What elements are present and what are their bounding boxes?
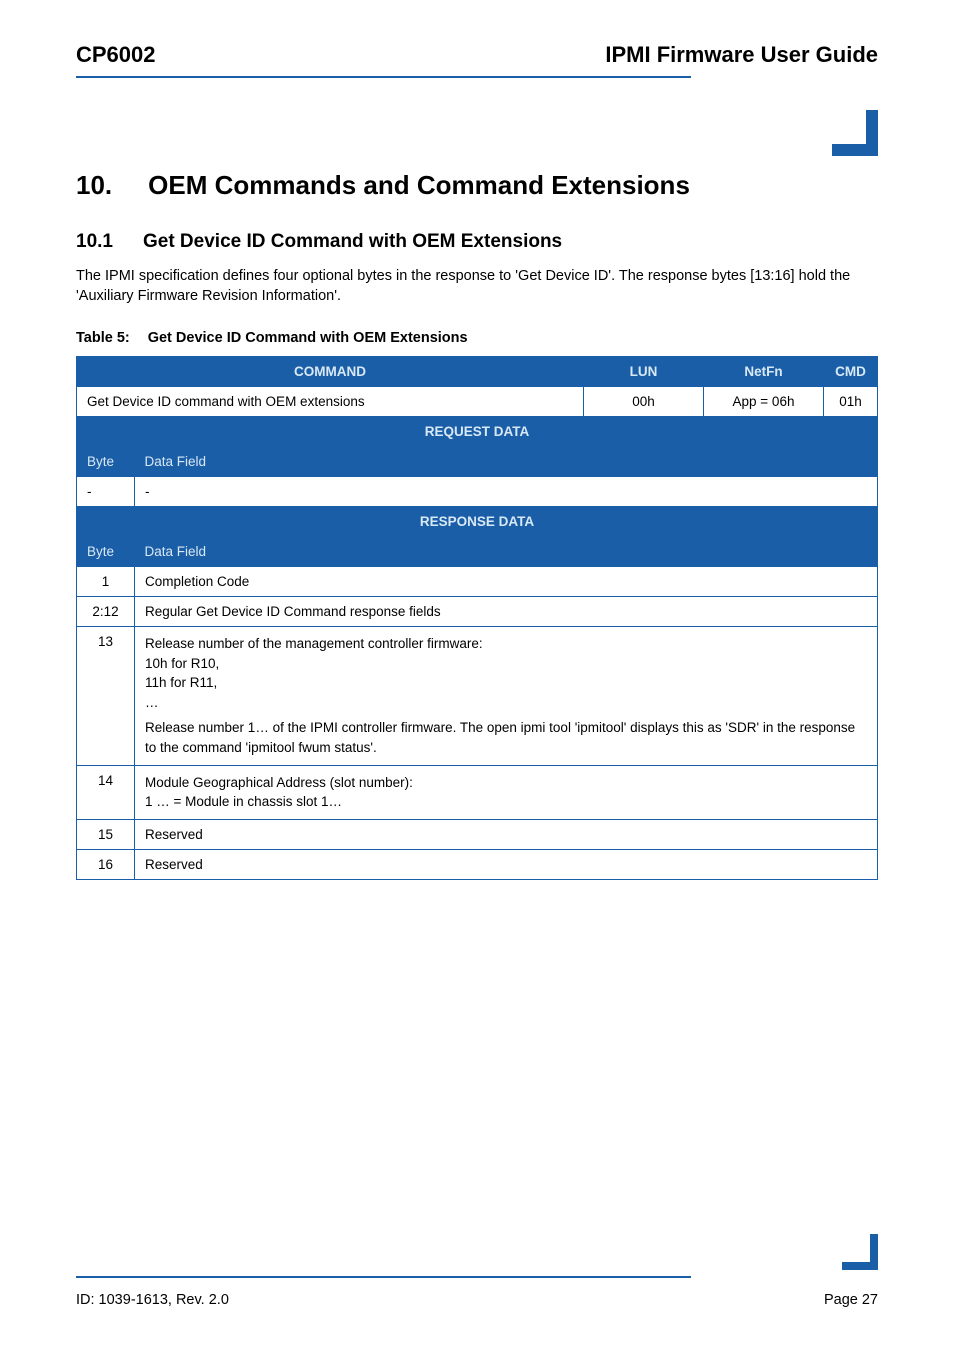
- resp-data: Module Geographical Address (slot number…: [135, 765, 878, 819]
- command-table: COMMAND LUN NetFn CMD Get Device ID comm…: [76, 356, 878, 880]
- table-row: 13 Release number of the management cont…: [77, 627, 878, 765]
- footer-corner-mark-icon: [842, 1234, 878, 1270]
- resp-data: Release number of the management control…: [135, 627, 878, 765]
- table-row: 1 Completion Code: [77, 567, 878, 597]
- table-row: Get Device ID command with OEM extension…: [77, 387, 878, 417]
- byte-header-row: Byte Data Field: [77, 447, 878, 477]
- line: 11h for R11,: [145, 673, 867, 693]
- table-caption-title: Get Device ID Command with OEM Extension…: [148, 330, 468, 346]
- line: Release number 1… of the IPMI controller…: [145, 718, 867, 757]
- table-header-row: COMMAND LUN NetFn CMD: [77, 357, 878, 387]
- col-header-lun: LUN: [584, 357, 704, 387]
- header-right: IPMI Firmware User Guide: [605, 42, 878, 68]
- cell-cmd: 01h: [824, 387, 878, 417]
- cell-netfn: App = 06h: [704, 387, 824, 417]
- request-data-label: REQUEST DATA: [77, 417, 878, 447]
- cell-command: Get Device ID command with OEM extension…: [77, 387, 584, 417]
- header-rule: [76, 76, 691, 78]
- table-row: 15 Reserved: [77, 819, 878, 849]
- byte-header-row: Byte Data Field: [77, 537, 878, 567]
- resp-data: Regular Get Device ID Command response f…: [135, 597, 878, 627]
- col-header-cmd: CMD: [824, 357, 878, 387]
- byte-label: Byte: [77, 447, 135, 477]
- resp-data: Completion Code: [135, 567, 878, 597]
- req-data: -: [135, 477, 878, 507]
- data-field-label: Data Field: [135, 537, 878, 567]
- subsection-heading: 10.1 Get Device ID Command with OEM Exte…: [76, 231, 878, 253]
- data-field-label: Data Field: [135, 447, 878, 477]
- table-row: 16 Reserved: [77, 849, 878, 879]
- header-left: CP6002: [76, 42, 156, 68]
- table-caption: Table 5: Get Device ID Command with OEM …: [76, 330, 878, 346]
- col-header-netfn: NetFn: [704, 357, 824, 387]
- footer-right: Page 27: [824, 1292, 878, 1308]
- resp-data: Reserved: [135, 849, 878, 879]
- resp-byte: 1: [77, 567, 135, 597]
- cell-lun: 00h: [584, 387, 704, 417]
- resp-byte: 14: [77, 765, 135, 819]
- resp-data: Reserved: [135, 819, 878, 849]
- line: …: [145, 693, 867, 713]
- page-footer: ID: 1039-1613, Rev. 2.0 Page 27: [76, 1276, 878, 1308]
- table-row: - -: [77, 477, 878, 507]
- line: 1 … = Module in chassis slot 1…: [145, 792, 867, 812]
- footer-left: ID: 1039-1613, Rev. 2.0: [76, 1292, 229, 1308]
- page-header: CP6002 IPMI Firmware User Guide: [76, 42, 878, 74]
- line: 10h for R10,: [145, 654, 867, 674]
- intro-paragraph: The IPMI specification defines four opti…: [76, 267, 878, 306]
- line: Module Geographical Address (slot number…: [145, 773, 867, 793]
- line: Release number of the management control…: [145, 634, 867, 654]
- table-caption-label: Table 5:: [76, 330, 130, 346]
- resp-byte: 2:12: [77, 597, 135, 627]
- resp-byte: 16: [77, 849, 135, 879]
- resp-byte: 13: [77, 627, 135, 765]
- request-data-header: REQUEST DATA: [77, 417, 878, 447]
- subsection-number: 10.1: [76, 231, 113, 253]
- section-title-text: OEM Commands and Command Extensions: [148, 170, 690, 201]
- resp-byte: 15: [77, 819, 135, 849]
- byte-label: Byte: [77, 537, 135, 567]
- table-row: 14 Module Geographical Address (slot num…: [77, 765, 878, 819]
- response-data-header: RESPONSE DATA: [77, 507, 878, 537]
- response-data-label: RESPONSE DATA: [77, 507, 878, 537]
- corner-mark-icon: [832, 110, 878, 156]
- col-header-command: COMMAND: [77, 357, 584, 387]
- section-heading: 10. OEM Commands and Command Extensions: [76, 170, 878, 201]
- req-byte: -: [77, 477, 135, 507]
- section-number: 10.: [76, 170, 112, 201]
- table-row: 2:12 Regular Get Device ID Command respo…: [77, 597, 878, 627]
- subsection-title-text: Get Device ID Command with OEM Extension…: [143, 231, 562, 253]
- footer-rule: [76, 1276, 691, 1278]
